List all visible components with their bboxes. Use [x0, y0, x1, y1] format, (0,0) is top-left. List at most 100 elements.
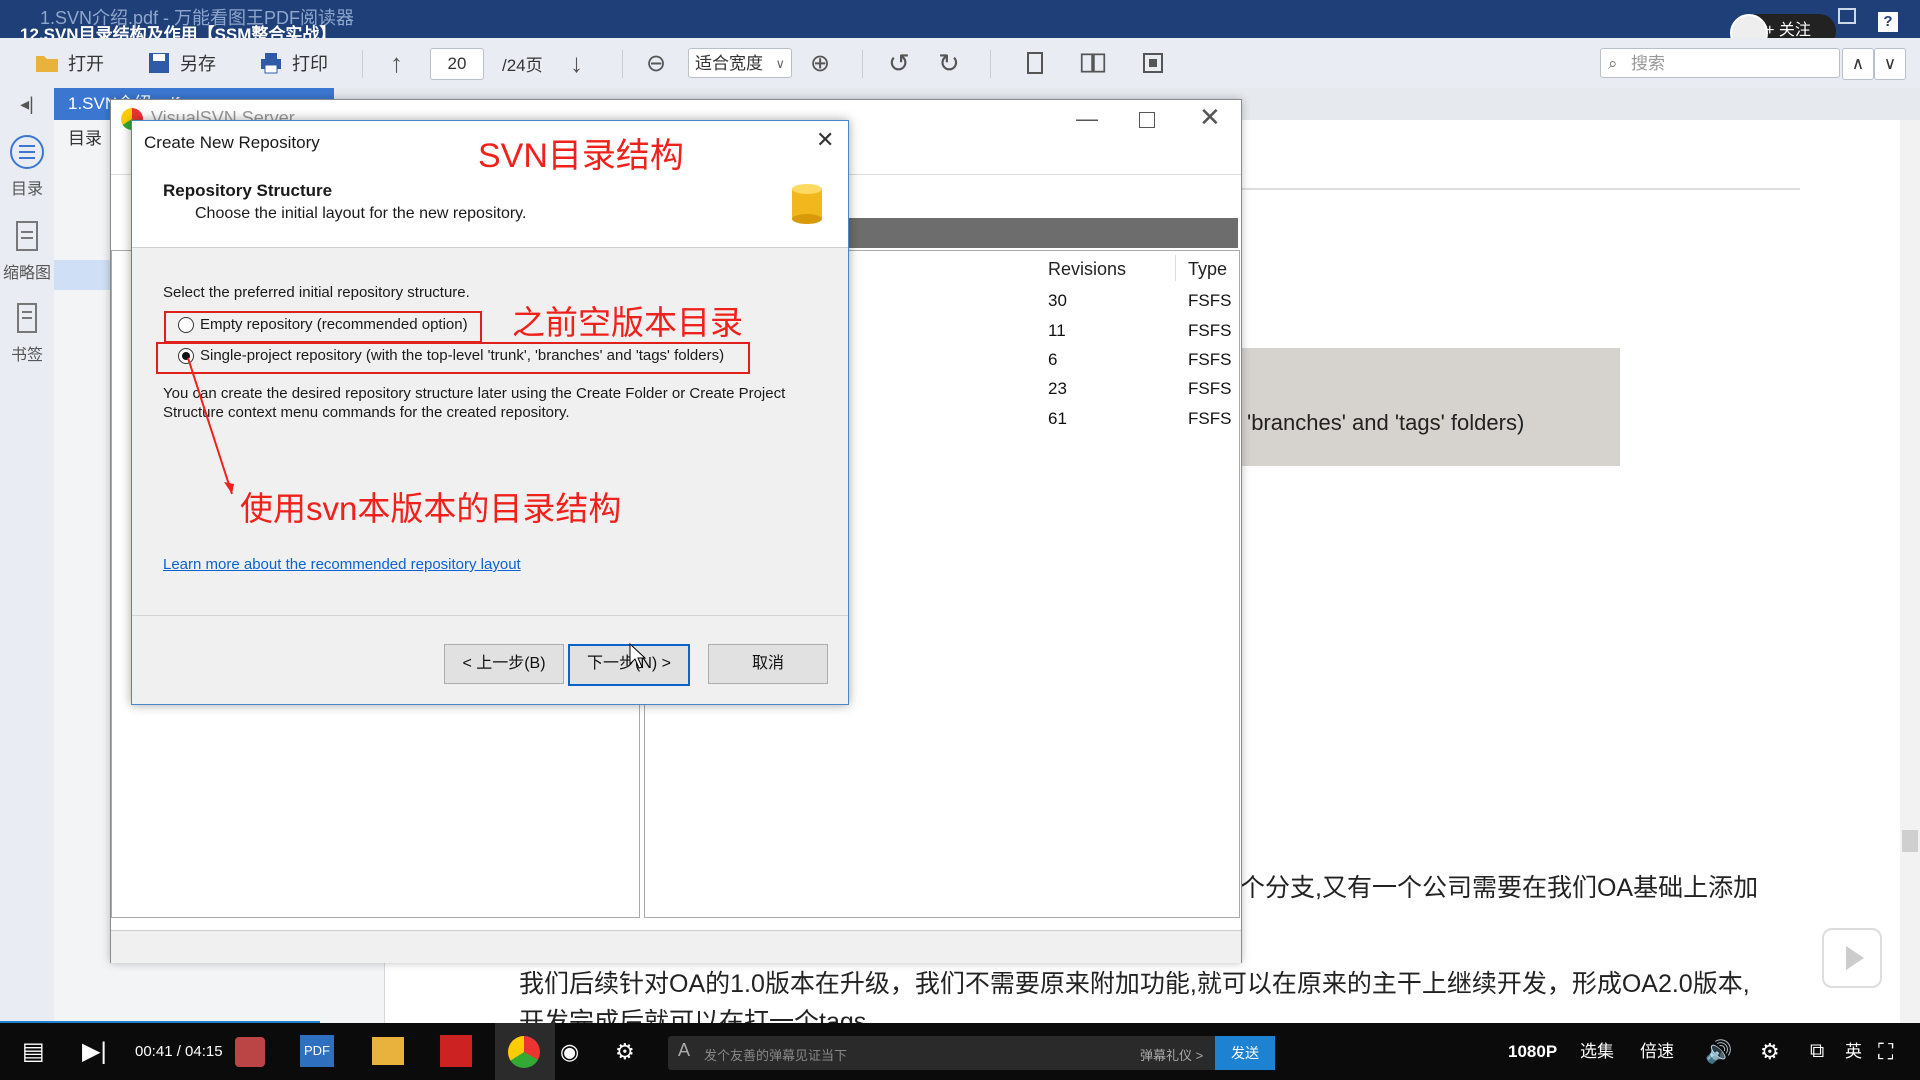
annotation-title: SVN目录结构 [478, 137, 684, 175]
thumbnails-label: 缩略图 [2, 265, 51, 282]
save-icon [149, 53, 169, 73]
table-cell: 11 [1048, 321, 1066, 340]
restore-icon[interactable] [1838, 8, 1856, 24]
zoom-in-button[interactable]: ⊕ [810, 46, 830, 80]
taskbar-app-icon[interactable] [235, 1023, 275, 1080]
rotate-left-icon: ↺ [888, 47, 910, 78]
cancel-button[interactable]: 取消 [708, 644, 828, 684]
pdf-text-line: 我们后续针对OA的1.0版本在升级，我们不需要原来附加功能,就可以在原来的主干上… [519, 970, 1750, 998]
open-button[interactable]: 打开 [34, 46, 104, 80]
divider [362, 50, 363, 78]
episodes-button[interactable]: 选集 [1580, 1023, 1614, 1080]
chevron-up-icon: ∧ [1851, 54, 1865, 73]
column-header-revisions[interactable]: Revisions [1048, 259, 1126, 280]
play-overlay-button[interactable] [1822, 928, 1882, 988]
print-button[interactable]: 打印 [258, 46, 328, 80]
printer-icon [261, 53, 281, 74]
structure-note: Structure context menu commands for the … [163, 404, 570, 421]
empty-repository-radio[interactable] [178, 317, 194, 333]
zoom-out-icon: ⊖ [646, 49, 667, 77]
print-label: 打印 [292, 54, 328, 74]
single-page-icon [1027, 52, 1043, 74]
thumbnails-button[interactable]: 缩略图 [0, 218, 54, 283]
play-icon [1846, 946, 1864, 970]
search-placeholder: 搜索 [1631, 54, 1665, 73]
bookmarks-button[interactable]: 书签 [0, 300, 54, 365]
next-episode-icon[interactable]: ▶| [82, 1023, 107, 1080]
save-as-button[interactable]: 另存 [146, 46, 216, 80]
column-header-type[interactable]: Type [1188, 259, 1227, 280]
chevron-down-icon: ∨ [775, 56, 785, 71]
toc-header: 目录 [68, 129, 102, 148]
search-prev-button[interactable]: ∧ [1842, 48, 1874, 80]
search-input[interactable]: ⌕ 搜索 [1600, 48, 1840, 78]
minimize-icon[interactable]: — [1076, 106, 1098, 132]
divider [622, 50, 623, 78]
table-cell: 6 [1048, 350, 1058, 369]
scrollbar-thumb[interactable] [1902, 830, 1918, 852]
input-method-indicator: 英 [1845, 1042, 1862, 1061]
close-icon[interactable]: ✕ [816, 127, 834, 153]
double-page-button[interactable] [1080, 46, 1106, 80]
empty-repository-label[interactable]: Empty repository (recommended option) [200, 316, 468, 333]
single-page-button[interactable] [1022, 46, 1048, 80]
volume-icon[interactable]: 🔊 [1705, 1023, 1732, 1080]
structure-prompt: Select the preferred initial repository … [163, 284, 470, 301]
annotation-empty-note: 之前空版本目录 [512, 304, 743, 341]
help-icon[interactable]: ? [1878, 12, 1898, 32]
divider [132, 615, 848, 616]
pdf-scrollbar[interactable] [1900, 120, 1920, 1023]
danmu-settings-icon[interactable]: ⚙ [615, 1023, 635, 1080]
fullscreen-icon [1143, 53, 1163, 73]
fullscreen-icon[interactable]: ⛶ [1878, 1023, 1893, 1080]
pdf-gray-box-text: 'branches' and 'tags' folders) [1247, 410, 1525, 435]
learn-more-link[interactable]: Learn more about the recommended reposit… [163, 556, 521, 573]
zoom-out-button[interactable]: ⊖ [646, 46, 666, 80]
page-number-input[interactable]: 20 [430, 48, 484, 80]
speed-button[interactable]: 倍速 [1640, 1023, 1674, 1080]
arrow-up-icon: ↑ [390, 47, 403, 78]
pdf-text-line: 个分支,又有一个公司需要在我们OA基础上添加 [1240, 874, 1759, 902]
rotate-left-button[interactable]: ↺ [888, 46, 910, 80]
collapse-left-icon: ◂| [20, 94, 34, 114]
fullscreen-button[interactable] [1140, 46, 1166, 80]
search-next-button[interactable]: ∨ [1874, 48, 1906, 80]
single-project-radio[interactable] [178, 348, 194, 364]
back-button[interactable]: < 上一步(B) [444, 644, 564, 684]
zoom-mode-select[interactable]: 适合宽度 ∨ [688, 48, 792, 78]
prev-page-button[interactable]: ↑ [390, 46, 403, 80]
dialog-heading: Repository Structure [163, 181, 333, 200]
bookmarks-label: 书签 [10, 347, 43, 364]
danmu-etiquette-link[interactable]: 弹幕礼仪 > [1140, 1045, 1203, 1064]
table-cell: 30 [1048, 291, 1067, 310]
settings-icon[interactable]: ⚙ [1760, 1023, 1780, 1080]
toc-button[interactable]: 目录 [0, 134, 54, 199]
toc-label: 目录 [10, 181, 43, 198]
next-page-button[interactable]: ↓ [570, 46, 583, 80]
maximize-icon[interactable] [1139, 112, 1155, 128]
danmu-style-icon[interactable]: A [678, 1040, 690, 1061]
send-danmu-button[interactable]: 发送 [1215, 1036, 1275, 1070]
danmu-input[interactable]: A 发个友善的弹幕见证当下 弹幕礼仪 > [668, 1036, 1273, 1070]
create-repository-dialog: Create New Repository ✕ Repository Struc… [131, 120, 849, 705]
dialog-subheading: Choose the initial layout for the new re… [195, 205, 527, 222]
chevron-down-icon: ∨ [1883, 54, 1897, 73]
collapse-panel-button[interactable]: ◂| [0, 94, 54, 115]
taskbar-chrome-icon[interactable] [495, 1023, 555, 1080]
danmu-toggle-icon[interactable]: ◉ [560, 1023, 579, 1080]
divider [862, 50, 863, 78]
pdf-toolbar: 打开 另存 打印 ↑ 20 /24页 ↓ ⊖ 适合宽度 ∨ ⊕ ↺ ↻ ⌕ 搜索… [0, 38, 1920, 89]
playlist-icon[interactable]: ▤ [22, 1023, 45, 1080]
danmu-placeholder: 发个友善的弹幕见证当下 [704, 1048, 848, 1063]
single-project-label[interactable]: Single-project repository (with the top-… [200, 347, 724, 364]
thumbnails-icon [16, 221, 38, 251]
quality-button[interactable]: 1080P [1508, 1023, 1557, 1080]
pip-icon[interactable]: ⧉ [1810, 1023, 1824, 1080]
dialog-title: Create New Repository [144, 133, 320, 152]
rotate-right-button[interactable]: ↻ [938, 46, 960, 80]
folder-icon [36, 56, 58, 72]
list-icon [10, 135, 44, 169]
panel-header-bar [846, 218, 1238, 248]
close-icon[interactable]: ✕ [1199, 102, 1221, 133]
structure-note: You can create the desired repository st… [163, 385, 786, 402]
